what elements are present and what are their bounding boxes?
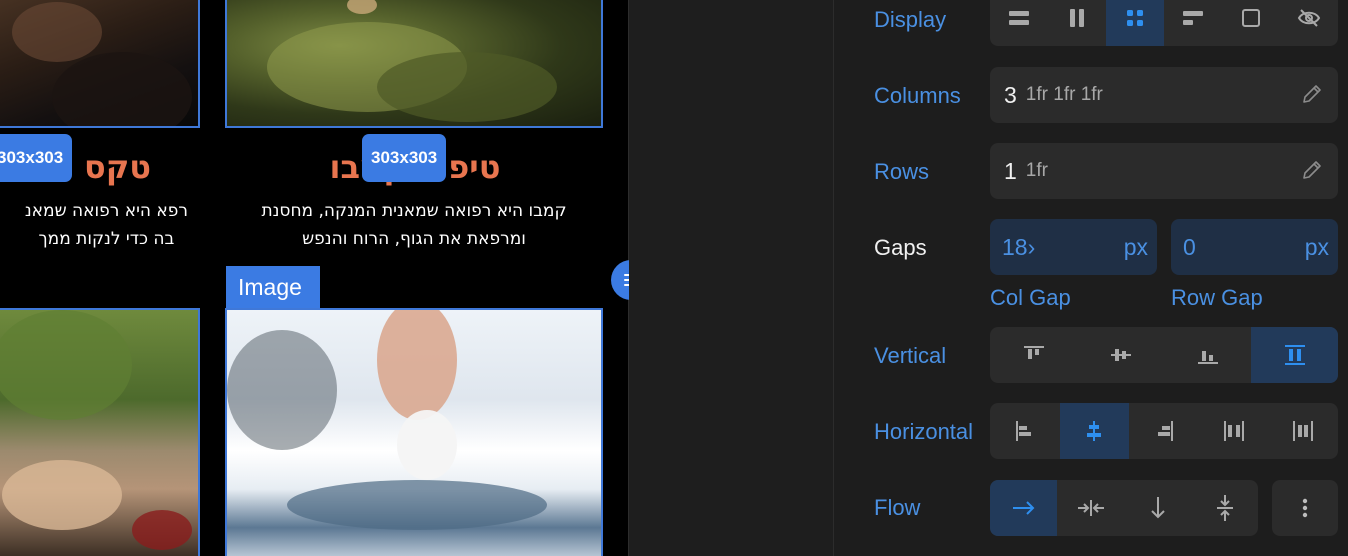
row-gap-input[interactable]: 0 px	[1171, 219, 1338, 275]
align-middle-icon	[1110, 349, 1131, 361]
row-gap-value: 0	[1183, 233, 1196, 260]
justify-start-button[interactable]	[990, 403, 1060, 459]
columns-template: 1fr 1fr 1fr	[1025, 84, 1103, 105]
justify-around-icon	[1293, 421, 1314, 441]
col-gap-label: Col Gap	[990, 285, 1071, 310]
item-description[interactable]: רפא היא רפואה שמאנ בה כדי לנקות ממך	[25, 197, 188, 253]
vertical-label: Vertical	[874, 343, 947, 368]
display-block-icon	[1009, 11, 1029, 25]
horizontal-label: Horizontal	[874, 419, 974, 444]
justify-around-button[interactable]	[1268, 403, 1338, 459]
display-inline-icon	[1183, 11, 1203, 25]
justify-center-icon	[1087, 421, 1102, 441]
description-line: רפא היא רפואה שמאנ	[24, 201, 188, 221]
display-grid-button[interactable]	[1106, 0, 1164, 46]
align-bottom-icon	[1197, 351, 1218, 364]
dimension-badge: 303x303	[362, 134, 447, 182]
pencil-icon[interactable]	[1300, 158, 1324, 182]
flow-column-button[interactable]	[1124, 480, 1191, 536]
align-stretch-icon	[1284, 345, 1305, 365]
flow-row-button[interactable]	[990, 480, 1057, 536]
flow-selector	[990, 480, 1258, 536]
description-line: קמבו היא רפואה שמאנית המנקה, מחסנת	[261, 201, 567, 221]
flow-label: Flow	[874, 495, 921, 520]
align-center-button[interactable]	[1077, 327, 1164, 383]
rows-template: 1fr	[1025, 160, 1048, 181]
layout-properties-panel: Display Columns 3 1fr 1fr 1fr Rows 1 1fr	[834, 0, 1348, 556]
rows-count: 1	[1004, 157, 1017, 184]
description-line: בה כדי לנקות ממך	[38, 229, 175, 249]
justify-start-icon	[1015, 421, 1031, 441]
columns-label: Columns	[874, 83, 961, 108]
justify-between-icon	[1223, 421, 1244, 441]
justify-end-icon	[1157, 421, 1173, 441]
display-inline-block-icon	[1242, 9, 1260, 27]
justify-center-button[interactable]	[1059, 403, 1130, 459]
arrow-down-icon	[1150, 497, 1165, 519]
eye-slash-icon	[1297, 9, 1321, 27]
rows-field[interactable]: 1 1fr	[990, 143, 1338, 199]
display-grid-icon	[1127, 10, 1143, 26]
justify-between-button[interactable]	[1199, 403, 1269, 459]
display-none-button[interactable]	[1280, 0, 1338, 46]
display-flex-button[interactable]	[1048, 0, 1106, 46]
pencil-icon[interactable]	[1300, 82, 1324, 106]
row-gap-unit[interactable]: px	[1305, 234, 1329, 261]
col-gap-input[interactable]: 18› px	[990, 219, 1157, 275]
element-type-tag: Image	[226, 266, 320, 308]
justify-end-button[interactable]	[1129, 403, 1199, 459]
align-start-button[interactable]	[990, 327, 1077, 383]
vertical-ellipsis-icon	[1302, 498, 1308, 518]
display-inline-button[interactable]	[1164, 0, 1222, 46]
columns-field[interactable]: 3 1fr 1fr 1fr	[990, 67, 1338, 123]
flow-column-dense-button[interactable]	[1191, 480, 1258, 536]
col-gap-value: 18›	[1002, 233, 1036, 260]
align-top-icon	[1023, 346, 1044, 359]
rows-label: Rows	[874, 159, 930, 184]
col-gap-unit[interactable]: px	[1124, 234, 1148, 261]
vertical-align-selector	[990, 327, 1338, 383]
display-label: Display	[874, 7, 947, 32]
image-element[interactable]	[225, 0, 603, 128]
more-options-button[interactable]	[1272, 480, 1338, 536]
horizontal-align-selector	[990, 403, 1338, 459]
flow-dense-button[interactable]	[1057, 480, 1124, 536]
image-element[interactable]	[0, 0, 200, 128]
item-description[interactable]: קמבו היא רפואה שמאנית המנקה, מחסנת ומרפא…	[226, 197, 602, 253]
align-stretch-button[interactable]	[1251, 327, 1338, 383]
arrows-collapse-horizontal-icon	[1077, 500, 1104, 516]
arrows-collapse-vertical-icon	[1216, 495, 1233, 521]
display-inline-block-button[interactable]	[1222, 0, 1280, 46]
design-canvas[interactable]: טקס 303x303 רפא היא רפואה שמאנ בה כדי לנ…	[0, 0, 628, 556]
row-gap-label: Row Gap	[1171, 285, 1263, 310]
display-selector	[990, 0, 1338, 46]
display-block-button[interactable]	[990, 0, 1048, 46]
display-flex-icon	[1070, 9, 1084, 27]
dimension-badge: 303x303	[0, 134, 73, 182]
arrow-right-icon	[1012, 501, 1034, 515]
gaps-label: Gaps	[874, 235, 927, 260]
description-line: ומרפאת את הגוף, הרוח והנפש	[302, 229, 526, 249]
image-element[interactable]	[0, 308, 200, 556]
align-end-button[interactable]	[1164, 327, 1251, 383]
columns-count: 3	[1004, 81, 1017, 108]
spacer-column	[629, 0, 834, 556]
image-element[interactable]	[225, 308, 603, 556]
item-title[interactable]: טקס	[84, 148, 151, 186]
